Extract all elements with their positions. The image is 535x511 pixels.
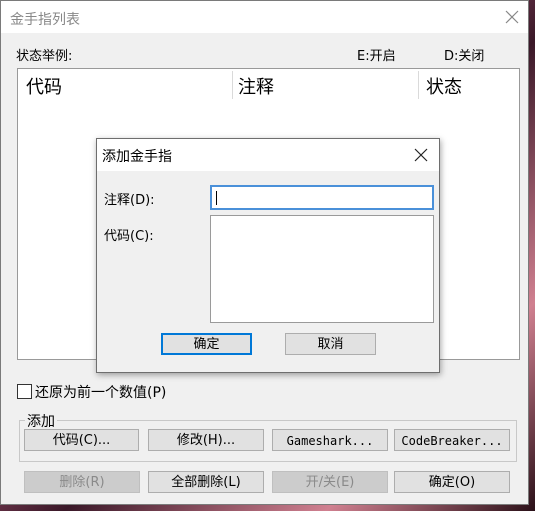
gameshark-button[interactable]: Gameshark...	[272, 429, 388, 451]
legend-disabled: D:关闭	[444, 49, 485, 64]
window-title: 金手指列表	[10, 12, 80, 28]
dialog-title: 添加金手指	[102, 149, 172, 165]
comment-input[interactable]	[210, 185, 434, 210]
dialog-title-bar: 添加金手指	[97, 139, 439, 171]
add-cheat-dialog: 添加金手指 注释(D): 代码(C): 确定 取消	[96, 138, 440, 373]
legend-label: 状态举例:	[16, 49, 73, 64]
restore-checkbox-label[interactable]: 还原为前一个数值(P)	[35, 382, 166, 402]
title-bar: 金手指列表	[1, 1, 528, 33]
restore-checkbox[interactable]	[17, 384, 32, 399]
delete-all-button[interactable]: 全部删除(L)	[148, 471, 264, 493]
column-separator[interactable]	[418, 71, 419, 99]
ok-button[interactable]: 确定(O)	[394, 471, 510, 493]
code-label: 代码(C):	[104, 229, 154, 244]
dialog-cancel-button[interactable]: 取消	[285, 333, 376, 355]
close-icon[interactable]	[500, 5, 524, 29]
close-icon[interactable]	[413, 147, 429, 163]
column-header-status[interactable]: 状态	[426, 73, 462, 99]
comment-label: 注释(D):	[104, 193, 155, 208]
code-textarea[interactable]	[210, 215, 434, 323]
column-header-code[interactable]: 代码	[26, 73, 62, 99]
codebreaker-button[interactable]: CodeBreaker...	[394, 429, 510, 451]
text-caret	[216, 191, 217, 205]
add-group-label: 添加	[25, 411, 57, 431]
column-separator[interactable]	[232, 71, 233, 99]
dialog-ok-button[interactable]: 确定	[161, 333, 252, 355]
legend-enabled: E:开启	[357, 49, 396, 64]
toggle-button[interactable]: 开/关(E)	[272, 471, 388, 493]
modify-button[interactable]: 修改(H)...	[148, 429, 264, 451]
delete-button[interactable]: 删除(R)	[24, 471, 140, 493]
column-header-comment[interactable]: 注释	[238, 73, 274, 99]
add-code-button[interactable]: 代码(C)...	[24, 429, 139, 451]
